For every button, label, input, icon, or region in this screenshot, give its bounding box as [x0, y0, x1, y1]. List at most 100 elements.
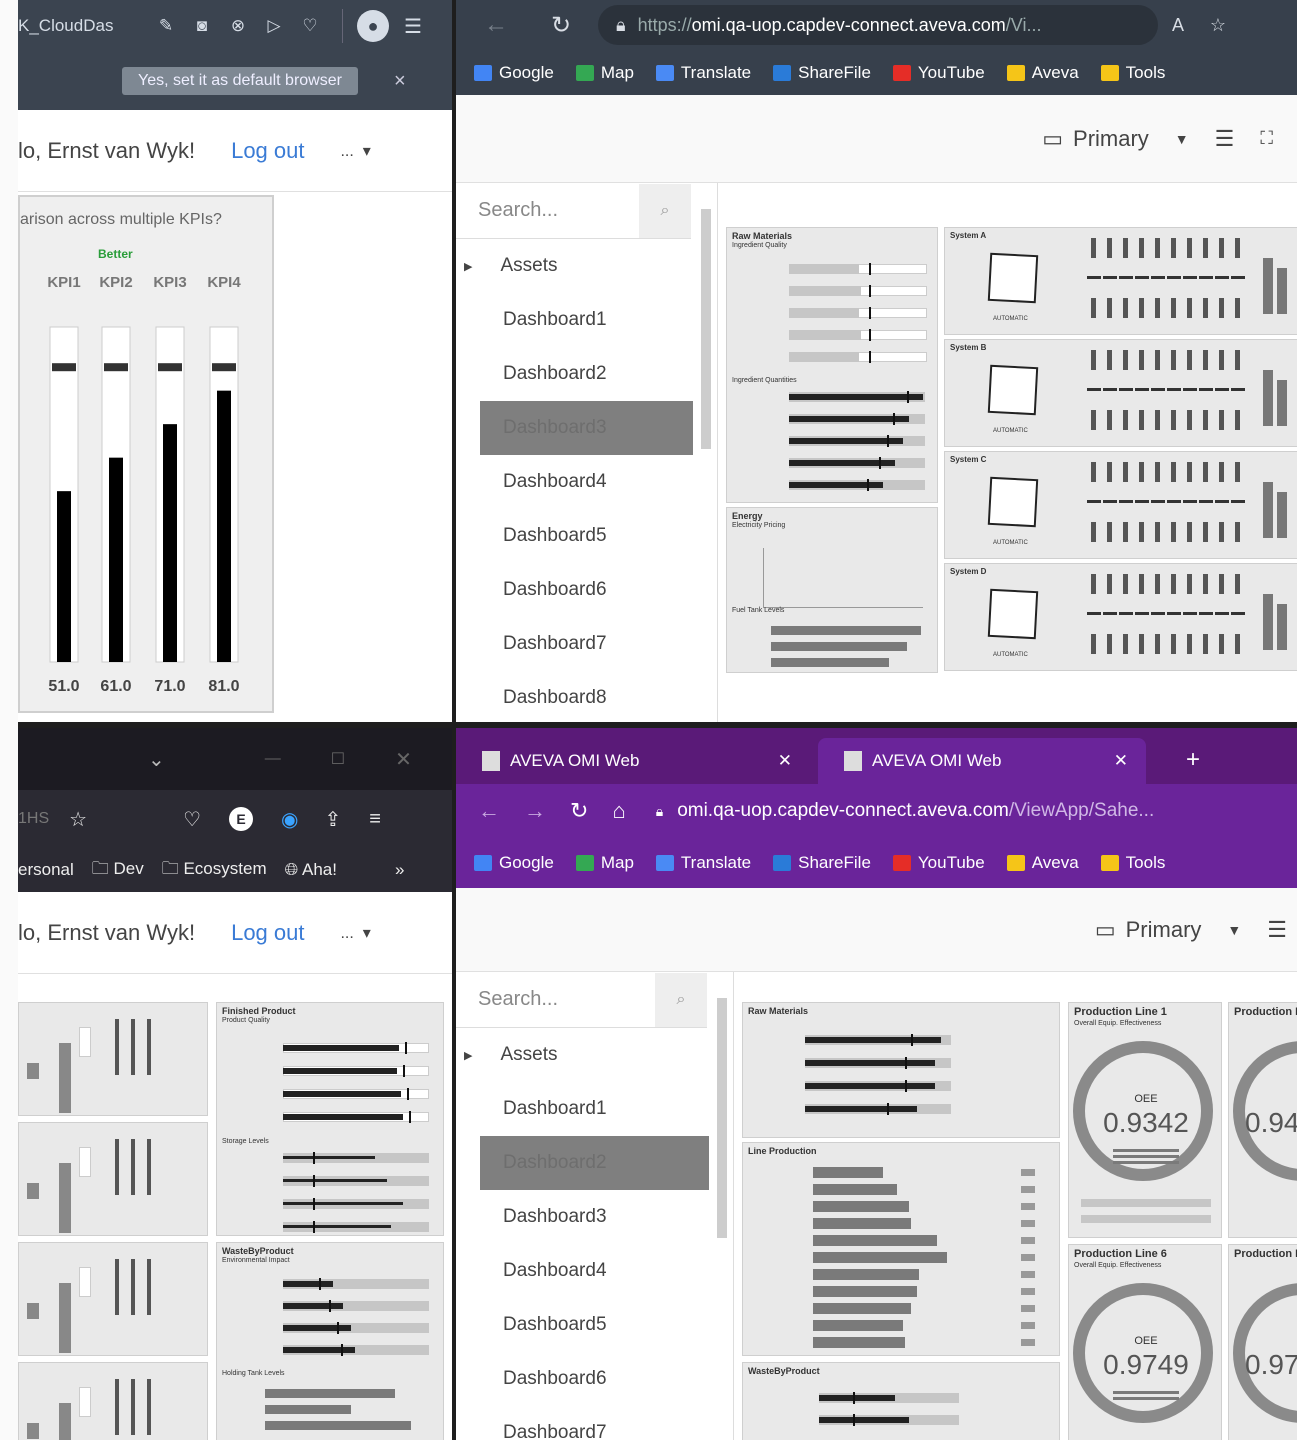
bookmark-google[interactable]: Google [474, 63, 554, 83]
bookmark-translate[interactable]: Translate [655, 853, 751, 873]
extension-blue-icon[interactable]: ◉ [281, 807, 298, 832]
close-tab-icon[interactable]: ✕ [778, 751, 792, 771]
bookmark-dev[interactable]: 🗀 Dev [92, 856, 144, 885]
aveva-icon [1006, 855, 1025, 871]
bookmark-aveva[interactable]: Aveva [1006, 853, 1079, 873]
bookmark-translate[interactable]: Translate [655, 63, 751, 83]
back-icon[interactable]: ← [478, 798, 500, 824]
nav-dashboard3[interactable]: Dashboard3 [456, 1190, 733, 1244]
expand-icon[interactable]: ▶ [464, 1049, 472, 1062]
chevron-down-icon[interactable]: ▼ [1175, 131, 1189, 147]
nav-dashboard2[interactable]: Dashboard2 [480, 1136, 709, 1190]
back-icon[interactable]: ← [456, 11, 536, 39]
minimize-icon[interactable]: — [265, 750, 281, 768]
bookmark-tools[interactable]: Tools [1100, 63, 1165, 83]
close-window-icon[interactable]: ✕ [395, 747, 412, 772]
share-icon[interactable]: ⇪ [324, 807, 341, 832]
search-input[interactable]: Search... [478, 199, 558, 222]
nav-dashboard6[interactable]: Dashboard6 [456, 1352, 733, 1406]
aveva-icon [1006, 64, 1025, 81]
display-select[interactable]: Primary [1073, 126, 1149, 152]
bookmark-ecosystem[interactable]: 🗀 Ecosystem [162, 856, 267, 885]
assets-node[interactable]: ▶ Assets [456, 239, 717, 293]
fullscreen-icon[interactable]: ⛶ [1260, 128, 1273, 149]
overflow-icon[interactable]: » [395, 860, 404, 880]
chevron-down-icon[interactable]: ⌄ [148, 747, 165, 772]
production-line-1-card: Production Line 1 Overall Equip. Effecti… [1068, 1002, 1222, 1238]
logout-link[interactable]: Log out [231, 138, 304, 164]
bookmark-personal[interactable]: ersonal [18, 860, 74, 880]
url-field[interactable]: 🔒︎ omi.qa-uop.capdev-connect.aveva.com/V… [656, 800, 1155, 822]
bookmark-aveva[interactable]: Aveva [1006, 63, 1079, 83]
bookmark-aha[interactable]: 🌐︎ Aha! [285, 860, 337, 880]
search-icon[interactable]: ⌕ [655, 972, 707, 1027]
assets-node[interactable]: ▶ Assets [456, 1028, 733, 1082]
nav-dashboard2[interactable]: Dashboard2 [456, 347, 717, 401]
window-bottom-left: ⌄ — ☐ ✕ 1HS ☆ ♡ E ◉ ⇪ ≡ ersonal 🗀 Dev 🗀 … [18, 728, 452, 1440]
tab-aveva-2[interactable]: AVEVA OMI Web ✕ [818, 738, 1146, 784]
nav-dashboard6[interactable]: Dashboard6 [456, 563, 717, 617]
play-icon[interactable]: ▷ [256, 16, 292, 36]
list-icon[interactable]: ☰ [1267, 917, 1287, 943]
bookmark-sharefile[interactable]: ShareFile [773, 853, 871, 873]
reload-icon[interactable]: ↻ [570, 798, 588, 824]
more-menu[interactable]: ... ▾ [340, 923, 370, 943]
maximize-icon[interactable]: ☐ [331, 749, 345, 769]
nav-dashboard4[interactable]: Dashboard4 [456, 1244, 733, 1298]
nav-dashboard8[interactable]: Dashboard8 [456, 671, 717, 722]
home-icon[interactable]: ⌂ [612, 798, 625, 824]
extension-e-icon[interactable]: E [229, 807, 253, 831]
settings-icon[interactable]: ☰ [389, 14, 437, 39]
logout-link[interactable]: Log out [231, 920, 304, 946]
read-aloud-icon[interactable]: A [1158, 15, 1198, 36]
user-bar: lo, Ernst van Wyk! Log out ... ▾ [18, 110, 452, 192]
tab-aveva-1[interactable]: AVEVA OMI Web ✕ [456, 738, 806, 784]
nav-dashboard3[interactable]: Dashboard3 [480, 401, 693, 455]
edit-icon[interactable]: ✎ [148, 16, 184, 36]
bookmark-map[interactable]: Map [575, 63, 634, 83]
nav-dashboard5[interactable]: Dashboard5 [456, 509, 717, 563]
url-rest: /Vi... [1005, 14, 1042, 35]
close-icon[interactable]: × [394, 70, 406, 93]
more-menu[interactable]: ... ▾ [340, 141, 370, 161]
bookmark-youtube[interactable]: YouTube [892, 63, 985, 83]
new-tab-icon[interactable]: + [1186, 746, 1200, 774]
nav-dashboard7[interactable]: Dashboard7 [456, 617, 717, 671]
cancel-icon[interactable]: ⊗ [220, 16, 256, 36]
nav-dashboard1[interactable]: Dashboard1 [456, 1082, 733, 1136]
nav-dashboard1[interactable]: Dashboard1 [456, 293, 717, 347]
nav-dashboard5[interactable]: Dashboard5 [456, 1298, 733, 1352]
map-icon [575, 855, 594, 871]
search-icon[interactable]: ⌕ [639, 183, 691, 238]
scrollbar[interactable] [699, 191, 713, 711]
bookmark-star-icon[interactable]: ☆ [69, 807, 87, 832]
chevron-down-icon[interactable]: ▼ [1227, 922, 1241, 938]
tab-strip: AVEVA OMI Web ✕ AVEVA OMI Web ✕ + [456, 728, 1297, 784]
bookmark-map[interactable]: Map [575, 853, 634, 873]
nav-dashboard4[interactable]: Dashboard4 [456, 455, 717, 509]
forward-icon[interactable]: → [524, 798, 546, 824]
nav-dashboard7[interactable]: Dashboard7 [456, 1406, 733, 1440]
heart-icon[interactable]: ♡ [292, 16, 328, 36]
expand-icon[interactable]: ▶ [464, 260, 472, 273]
scrollbar[interactable] [715, 980, 729, 1440]
reload-icon[interactable]: ↻ [536, 11, 586, 40]
menu-icon[interactable]: ≡ [369, 808, 381, 831]
url-field[interactable]: 🔒︎ https://omi.qa-uop.capdev-connect.ave… [598, 5, 1158, 45]
kpi-category-label: KPI2 [99, 274, 132, 291]
kpi-value-label: 61.0 [100, 678, 131, 695]
camera-icon[interactable]: ◙ [184, 16, 220, 36]
bookmark-tools[interactable]: Tools [1100, 853, 1165, 873]
firefox-toolbar: 1HS ☆ ♡ E ◉ ⇪ ≡ [18, 790, 452, 848]
profile-icon[interactable]: ● [357, 10, 389, 42]
favorite-icon[interactable]: ☆ [1198, 15, 1238, 36]
bookmark-google[interactable]: Google [474, 853, 554, 873]
search-input[interactable]: Search... [478, 988, 558, 1011]
display-select[interactable]: Primary [1126, 917, 1202, 943]
bookmark-youtube[interactable]: YouTube [892, 853, 985, 873]
close-tab-icon[interactable]: ✕ [1114, 751, 1128, 771]
list-icon[interactable]: ☰ [1215, 126, 1235, 152]
bookmark-sharefile[interactable]: ShareFile [773, 63, 871, 83]
set-default-button[interactable]: Yes, set it as default browser [122, 67, 358, 95]
pocket-icon[interactable]: ♡ [183, 807, 201, 832]
